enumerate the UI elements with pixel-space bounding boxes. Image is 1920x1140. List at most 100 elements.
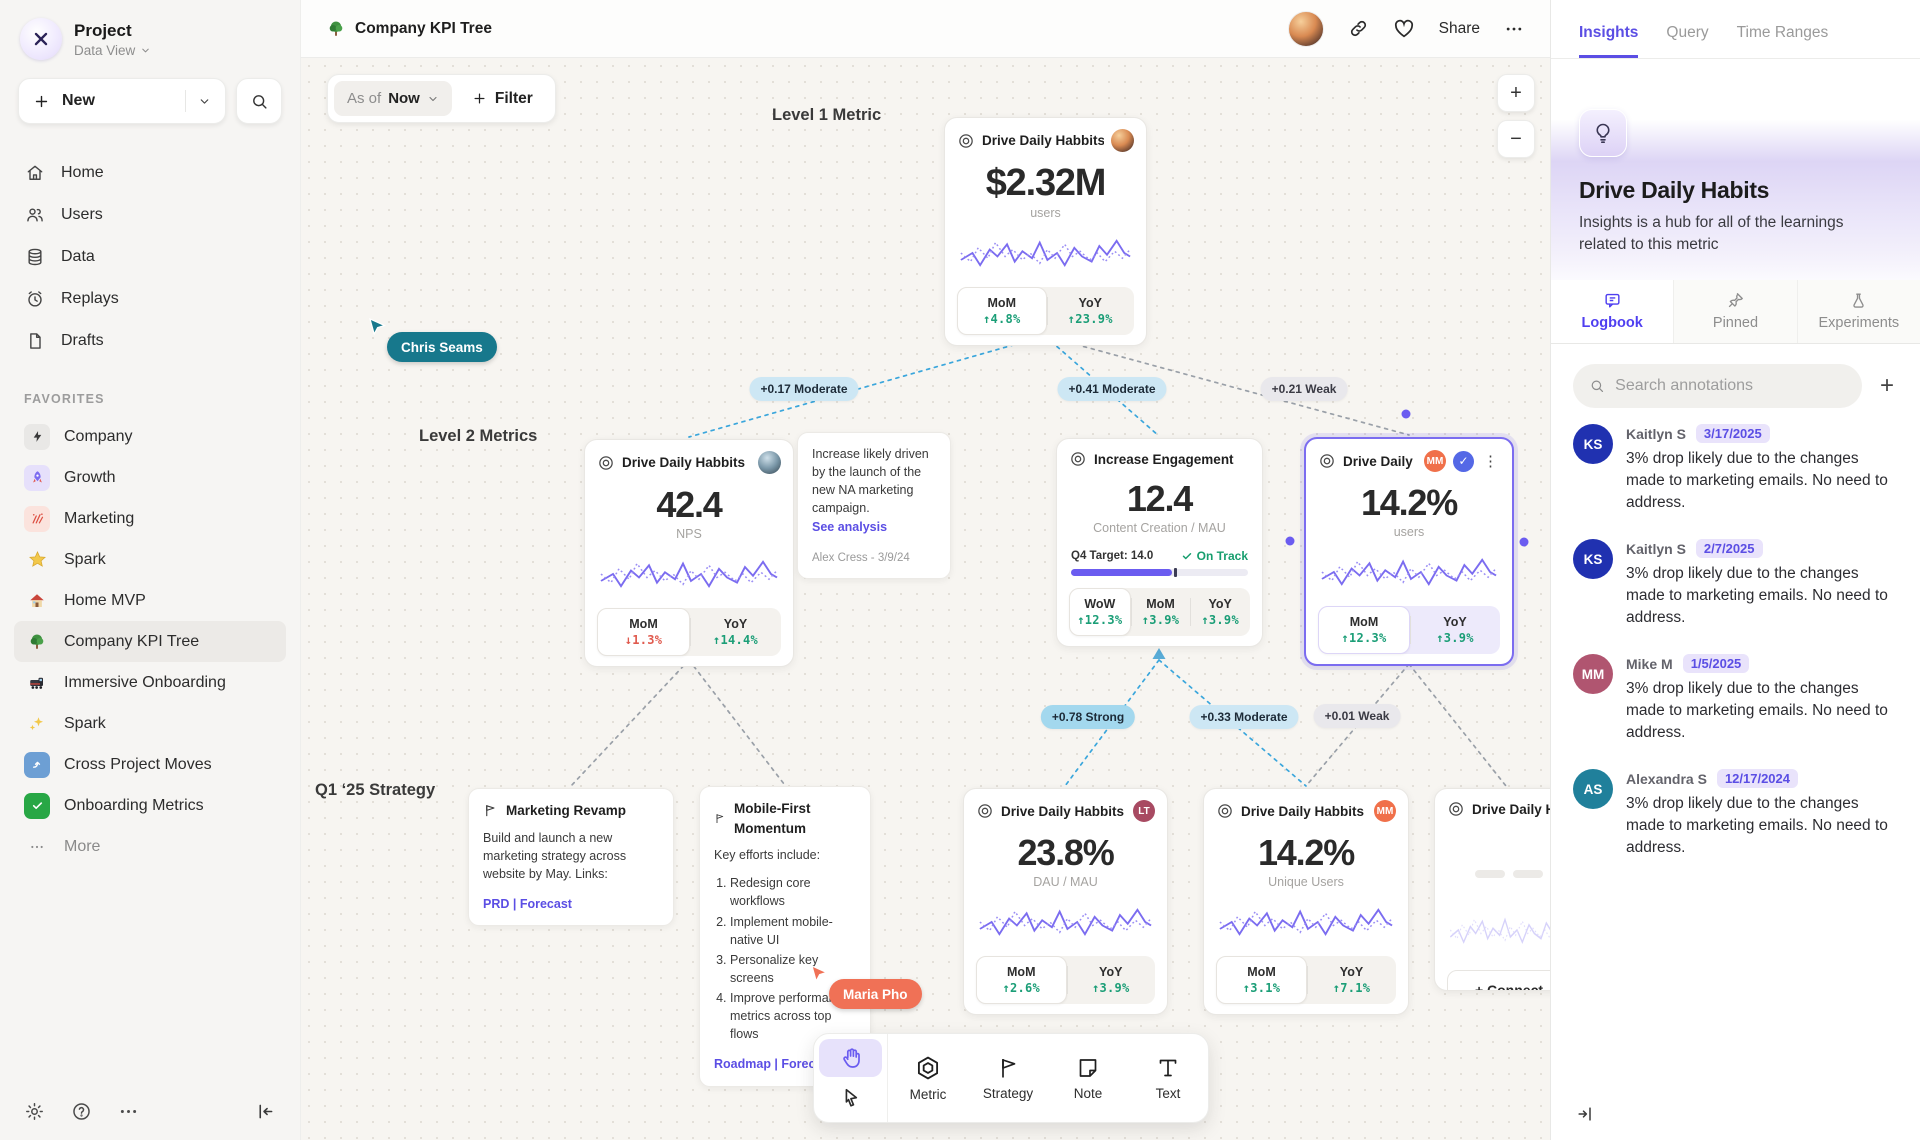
owner-avatar[interactable] bbox=[1111, 129, 1134, 152]
stat-mom[interactable]: MoM ↓1.3% bbox=[597, 608, 690, 656]
stat-wow[interactable]: WoW ↑12.3% bbox=[1069, 588, 1131, 636]
sidebar-item-label: Company bbox=[64, 428, 132, 446]
strategy-note-marketing-revamp[interactable]: Marketing Revamp Build and launch a new … bbox=[468, 788, 674, 926]
sidebar-item-more[interactable]: More bbox=[14, 826, 286, 867]
annotation-date-badge[interactable]: 3/17/2025 bbox=[1696, 424, 1770, 443]
new-button[interactable]: New bbox=[18, 78, 226, 124]
annotation-date-badge[interactable]: 2/7/2025 bbox=[1696, 539, 1763, 558]
zoom-out-button[interactable]: − bbox=[1497, 120, 1535, 158]
metric-unit: Unique Users bbox=[1216, 875, 1396, 889]
annotation-note[interactable]: Increase likely driven by the launch of … bbox=[797, 432, 951, 579]
user-avatar[interactable] bbox=[1288, 11, 1324, 47]
annotation-item[interactable]: KS Kaitlyn S 2/7/2025 3% drop likely due… bbox=[1573, 539, 1898, 629]
annotation-body: 3% drop likely due to the changes made t… bbox=[1626, 793, 1898, 859]
prd-forecast-links[interactable]: PRD | Forecast bbox=[483, 897, 572, 911]
collapse-sidebar-icon[interactable] bbox=[255, 1101, 276, 1122]
tab-time-ranges[interactable]: Time Ranges bbox=[1737, 24, 1829, 58]
sidebar-item-cross-project-moves[interactable]: Cross Project Moves bbox=[14, 744, 286, 785]
sidebar-item-users[interactable]: Users bbox=[0, 194, 300, 236]
favorite-heart-icon[interactable] bbox=[1393, 18, 1415, 40]
sidebar-item-onboarding-metrics[interactable]: Onboarding Metrics bbox=[14, 785, 286, 826]
metric-card-increase-engagement[interactable]: Increase Engagement 12.4 Content Creatio… bbox=[1056, 438, 1263, 647]
stat-yoy[interactable]: YoY ↑3.9% bbox=[1410, 606, 1500, 654]
metric-card-drive-daily-habbits-dau[interactable]: Drive Daily Habbits LT 23.8% DAU / MAU M… bbox=[963, 788, 1168, 1015]
annotation-date-badge[interactable]: 12/17/2024 bbox=[1717, 769, 1798, 788]
tool-strategy[interactable]: Strategy bbox=[968, 1034, 1048, 1122]
more-options-icon[interactable] bbox=[1504, 19, 1524, 39]
annotation-item[interactable]: MM Mike M 1/5/2025 3% drop likely due to… bbox=[1573, 654, 1898, 744]
sidebar-item-company-kpi-tree[interactable]: Company KPI Tree bbox=[14, 621, 286, 662]
sidebar-item-replays[interactable]: Replays bbox=[0, 278, 300, 320]
metric-card-drive-daily-habbits-l1[interactable]: Drive Daily Habbits $2.32M users MoM ↑4.… bbox=[944, 117, 1147, 346]
sidebar-item-company[interactable]: Company bbox=[14, 416, 286, 457]
tool-text[interactable]: Text bbox=[1128, 1034, 1208, 1122]
annotation-item[interactable]: AS Alexandra S 12/17/2024 3% drop likely… bbox=[1573, 769, 1898, 859]
annotation-item[interactable]: KS Kaitlyn S 3/17/2025 3% drop likely du… bbox=[1573, 424, 1898, 514]
stat-label: YoY bbox=[724, 617, 747, 631]
subtab-experiments[interactable]: Experiments bbox=[1797, 280, 1920, 343]
tool-note[interactable]: Note bbox=[1048, 1034, 1128, 1122]
tab-query[interactable]: Query bbox=[1666, 24, 1708, 58]
sidebar-item-immersive-onboarding[interactable]: Immersive Onboarding bbox=[14, 662, 286, 703]
stat-mom[interactable]: MoM ↑4.8% bbox=[957, 287, 1047, 335]
lightbulb-icon bbox=[1579, 109, 1627, 157]
owner-badge[interactable]: LT bbox=[1133, 800, 1155, 822]
sidebar-item-home[interactable]: Home bbox=[0, 152, 300, 194]
search-button[interactable] bbox=[236, 78, 282, 124]
annotation-date-badge[interactable]: 1/5/2025 bbox=[1683, 654, 1750, 673]
subtab-pinned[interactable]: Pinned bbox=[1673, 280, 1796, 343]
zoom-in-button[interactable]: + bbox=[1497, 74, 1535, 112]
settings-gear-icon[interactable] bbox=[24, 1101, 45, 1122]
annotation-search[interactable] bbox=[1573, 364, 1862, 408]
as-of-dropdown[interactable]: As of Now bbox=[334, 81, 452, 116]
see-analysis-link[interactable]: See analysis bbox=[812, 520, 887, 534]
metric-value: 42.4 bbox=[597, 484, 781, 526]
filter-button[interactable]: Filter bbox=[456, 90, 549, 108]
tool-metric[interactable]: Metric bbox=[888, 1034, 968, 1122]
sidebar-item-data[interactable]: Data bbox=[0, 236, 300, 278]
stat-yoy[interactable]: YoY ↑3.9% bbox=[1067, 956, 1156, 1004]
tool-label: Text bbox=[1156, 1086, 1181, 1101]
sidebar-item-marketing[interactable]: Marketing bbox=[14, 498, 286, 539]
stat-yoy[interactable]: YoY ↑14.4% bbox=[690, 608, 781, 656]
metric-card-partial[interactable]: Drive Daily Habbits + Connect bbox=[1434, 788, 1550, 991]
stat-label: MoM bbox=[1350, 615, 1378, 629]
metric-unit: NPS bbox=[597, 527, 781, 541]
more-options-icon[interactable] bbox=[118, 1101, 139, 1122]
note-list: Redesign core workflows Implement mobile… bbox=[730, 874, 856, 1043]
annotation-search-input[interactable] bbox=[1615, 377, 1846, 395]
project-switcher[interactable]: Project Data View bbox=[0, 0, 300, 64]
sidebar-item-spark-2[interactable]: Spark bbox=[14, 703, 286, 744]
stat-mom[interactable]: MoM ↑3.9% bbox=[1131, 588, 1191, 636]
metric-card-drive-daily-habbits-selected[interactable]: Drive Daily Habb.. MM ✓ ⋮ 14.2% users Mo… bbox=[1304, 437, 1514, 666]
owner-badge[interactable]: MM bbox=[1424, 450, 1446, 472]
share-button[interactable]: Share bbox=[1439, 20, 1480, 38]
kpi-tree-canvas[interactable]: As of Now Filter + − Level 1 Metric Leve… bbox=[300, 58, 1550, 1140]
metric-card-drive-daily-habbits-nps[interactable]: Drive Daily Habbits 42.4 NPS MoM ↓1.3% Y… bbox=[584, 439, 794, 667]
connect-button[interactable]: + Connect bbox=[1447, 970, 1550, 991]
stat-mom[interactable]: MoM ↑2.6% bbox=[976, 956, 1067, 1004]
sidebar-item-growth[interactable]: Growth bbox=[14, 457, 286, 498]
owner-avatar[interactable] bbox=[758, 451, 781, 474]
sidebar-item-spark[interactable]: Spark bbox=[14, 539, 286, 580]
chevron-down-icon[interactable] bbox=[198, 95, 211, 108]
tab-insights[interactable]: Insights bbox=[1579, 24, 1638, 58]
stat-mom[interactable]: MoM ↑12.3% bbox=[1318, 606, 1410, 654]
copy-link-icon[interactable] bbox=[1348, 18, 1369, 39]
stat-mom[interactable]: MoM ↑3.1% bbox=[1216, 956, 1307, 1004]
collapse-panel-icon[interactable] bbox=[1575, 1104, 1595, 1124]
sidebar-item-drafts[interactable]: Drafts bbox=[0, 320, 300, 362]
owner-badge[interactable]: MM bbox=[1374, 800, 1396, 822]
help-icon[interactable] bbox=[71, 1101, 92, 1122]
stat-yoy[interactable]: YoY ↑23.9% bbox=[1047, 287, 1135, 335]
stat-yoy[interactable]: YoY ↑3.9% bbox=[1190, 588, 1250, 636]
rocket-icon bbox=[24, 465, 50, 491]
sidebar-item-home-mvp[interactable]: Home MVP bbox=[14, 580, 286, 621]
hand-tool-button[interactable] bbox=[819, 1039, 882, 1077]
select-tool-button[interactable] bbox=[819, 1079, 882, 1117]
subtab-logbook[interactable]: Logbook bbox=[1551, 280, 1673, 343]
stat-yoy[interactable]: YoY ↑7.1% bbox=[1307, 956, 1396, 1004]
metric-card-drive-daily-habbits-unique-users[interactable]: Drive Daily Habbits MM 14.2% Unique User… bbox=[1203, 788, 1409, 1015]
card-menu-icon[interactable]: ⋮ bbox=[1481, 452, 1500, 470]
add-annotation-button[interactable]: + bbox=[1876, 372, 1898, 400]
